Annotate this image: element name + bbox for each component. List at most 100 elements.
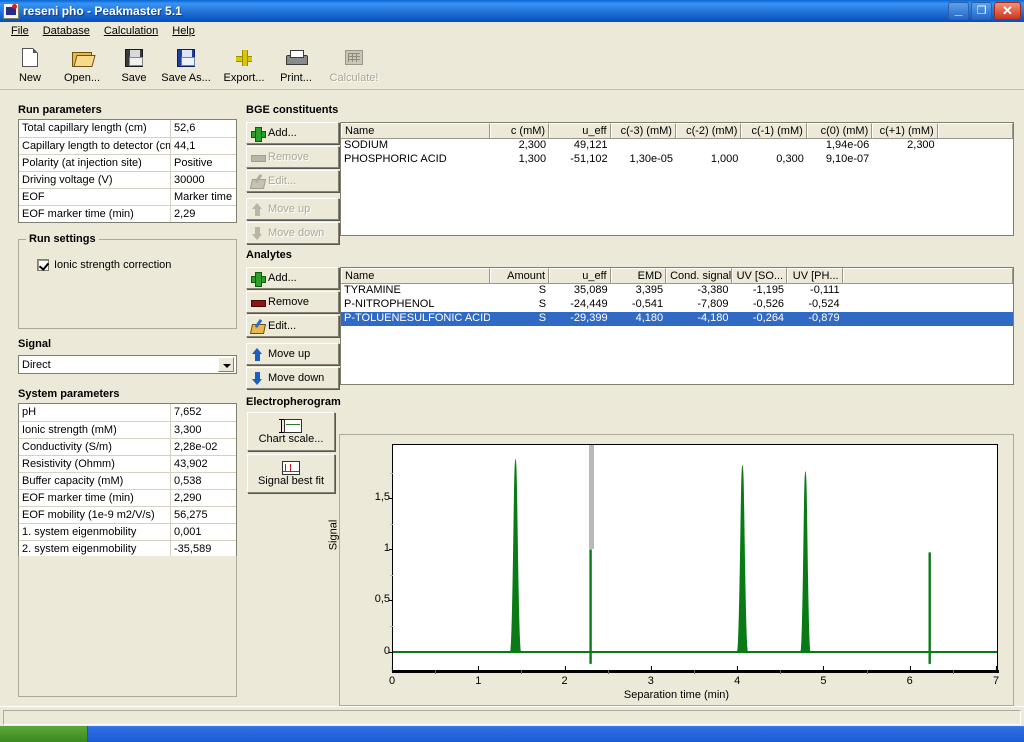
column-header[interactable]: UV [SO... (731, 268, 788, 283)
table-row[interactable]: EOF mobility (1e-9 m2/V/s) 56,275 (19, 506, 236, 523)
arrow-down-icon (251, 226, 264, 240)
table-row[interactable]: TYRAMINE S 35,089 3,395 -3,380 -1,195 -0,111 (341, 284, 1013, 298)
table-cell: P-TOLUENESULFONIC ACID (344, 312, 490, 324)
table-cell: 1,000 (710, 153, 739, 165)
column-header[interactable]: UV [PH... (787, 268, 843, 283)
column-header[interactable]: Cond. signal (666, 268, 732, 283)
table-row[interactable]: 2. system eigenmobility -35,589 (19, 540, 236, 557)
chart-y-tick-label: 0,5 (374, 593, 390, 606)
bge-move-down-button[interactable]: Move down (246, 222, 339, 244)
analytes-remove-button[interactable]: Remove (246, 291, 339, 313)
chart-x-tick-label: 4 (734, 666, 740, 687)
column-header[interactable] (937, 123, 1013, 138)
column-header[interactable]: EMD (610, 268, 667, 283)
chart-y-tick-label: 0 (383, 644, 390, 657)
column-header[interactable]: Amount (489, 268, 550, 283)
app-icon (3, 3, 19, 19)
start-button[interactable] (0, 726, 88, 742)
analytes-add-button[interactable]: Add... (246, 267, 339, 289)
chart-plot-area[interactable]: 0 0,5 1 1,5 (375, 444, 998, 670)
table-row[interactable]: EOF Marker time (19, 188, 236, 205)
column-header[interactable]: c(0) (mM) (806, 123, 873, 138)
analytes-move-up-button[interactable]: Move up (246, 343, 339, 365)
chevron-down-icon[interactable] (218, 357, 234, 372)
toolbar-save-button[interactable]: Save (108, 42, 160, 87)
bge-remove-button[interactable]: Remove (246, 146, 339, 168)
menu-calculation[interactable]: Calculation (97, 24, 165, 38)
table-cell: -0,524 (808, 298, 840, 310)
column-header[interactable]: u_eff (549, 123, 611, 138)
taskbar[interactable] (0, 726, 1024, 742)
analytes-table-body: TYRAMINE S 35,089 3,395 -3,380 -1,195 -0,111 P-… (341, 284, 1013, 326)
table-row[interactable]: Buffer capacity (mM) 0,538 (19, 472, 236, 489)
table-row[interactable]: EOF marker time (min) 2,29 (19, 205, 236, 222)
column-header[interactable]: Name (341, 268, 490, 283)
column-header[interactable] (842, 268, 1013, 283)
table-row[interactable]: PHOSPHORIC ACID 1,300 -51,102 1,30e-05 1,000… (341, 153, 1013, 167)
signal-best-fit-button[interactable]: Signal best fit (247, 454, 335, 493)
toolbar-new-label: New (18, 72, 41, 84)
checkbox-icon[interactable] (37, 259, 49, 271)
ionic-strength-correction-label: Ionic strength correction (54, 259, 172, 271)
system-parameters-grid: pH 7,652 Ionic strength (mM) 3,300 Condu… (18, 403, 237, 558)
column-header[interactable]: c(+1) (mM) (872, 123, 938, 138)
menu-file[interactable]: File (4, 24, 36, 38)
electropherogram-chart[interactable]: 0 0,5 1 1,5 Signal 0 1 2 3 4 5 6 7 Separation time… (327, 434, 1014, 706)
toolbar-open-label: Open... (63, 72, 101, 84)
table-row[interactable]: Capillary length to detector (cm) 44,1 (19, 137, 236, 154)
analytes-edit-button[interactable]: Edit... (246, 315, 339, 337)
signal-select[interactable]: Direct (18, 355, 237, 374)
bge-add-button[interactable]: Add... (246, 122, 339, 144)
column-header[interactable]: c(-3) (mM) (610, 123, 676, 138)
table-row[interactable]: 1. system eigenmobility 0,001 (19, 523, 236, 540)
toolbar-new-button[interactable]: New (4, 42, 56, 87)
table-row[interactable]: EOF marker time (min) 2,290 (19, 489, 236, 506)
toolbar: New Open... Save Save As... Export... Pr… (0, 40, 1024, 90)
chart-x-tick-label: 0 (389, 666, 395, 687)
table-row[interactable]: Conductivity (S/m) 2,28e-02 (19, 438, 236, 455)
bge-move-up-label: Move up (268, 203, 311, 215)
analytes-table[interactable]: Name Amount u_eff EMD Cond. signal UV [SO... U… (340, 267, 1014, 385)
table-row[interactable]: P-NITROPHENOL S -24,449 -0,541 -7,809 -0,526 -… (341, 298, 1013, 312)
toolbar-open-button[interactable]: Open... (56, 42, 108, 87)
column-header[interactable]: u_eff (549, 268, 611, 283)
table-row[interactable]: Driving voltage (V) 30000 (19, 171, 236, 188)
analytes-move-down-button[interactable]: Move down (246, 367, 339, 389)
table-cell: -1,195 (752, 284, 785, 296)
toolbar-calculate-button[interactable]: Calculate! (328, 42, 380, 87)
bge-constituents-table[interactable]: Name c (mM) u_eff c(-3) (mM) c(-2) (mM) c(-1)… (340, 122, 1014, 236)
chart-x-tick-minor (694, 670, 695, 674)
toolbar-export-button[interactable]: Export... (218, 42, 270, 87)
column-header[interactable]: c(-1) (mM) (741, 123, 807, 138)
param-label: Total capillary length (cm) (19, 120, 171, 137)
save-as-disk-icon (174, 47, 198, 69)
table-cell: 0,300 (776, 153, 804, 165)
bge-move-up-button[interactable]: Move up (246, 198, 339, 220)
menu-database[interactable]: Database (36, 24, 97, 38)
column-header[interactable]: Name (341, 123, 490, 138)
toolbar-print-button[interactable]: Print... (270, 42, 322, 87)
table-row[interactable]: Polarity (at injection site) Positive (19, 154, 236, 171)
bge-edit-button[interactable]: Edit... (246, 170, 339, 192)
minimize-button[interactable]: _ (948, 1, 969, 20)
param-value: 0,538 (174, 475, 202, 487)
arrow-up-icon (251, 347, 264, 361)
analytes-title: Analytes (246, 249, 292, 261)
restore-button[interactable]: ❐ (971, 2, 992, 20)
table-row[interactable]: Total capillary length (cm) 52,6 (19, 120, 236, 137)
param-label: Driving voltage (V) (19, 172, 171, 188)
toolbar-save-as-button[interactable]: Save As... (160, 42, 212, 87)
table-row[interactable]: Ionic strength (mM) 3,300 (19, 421, 236, 438)
menu-help[interactable]: Help (165, 24, 202, 38)
column-header[interactable]: c(-2) (mM) (675, 123, 742, 138)
chart-scale-label: Chart scale... (258, 432, 324, 445)
table-row[interactable]: SODIUM 2,300 49,121 1,94e-06 2,300 (341, 139, 1013, 153)
table-row[interactable]: P-TOLUENESULFONIC ACID S -29,399 4,180 -4,18… (341, 312, 1013, 326)
table-row[interactable]: Resistivity (Ohmm) 43,902 (19, 455, 236, 472)
table-row[interactable]: pH 7,652 (19, 404, 236, 421)
chart-scale-button[interactable]: Chart scale... (247, 412, 335, 451)
table-cell: -3,380 (697, 284, 729, 296)
column-header[interactable]: c (mM) (489, 123, 550, 138)
close-button[interactable]: ✕ (994, 2, 1021, 20)
ionic-strength-correction-row[interactable]: Ionic strength correction (37, 259, 171, 271)
